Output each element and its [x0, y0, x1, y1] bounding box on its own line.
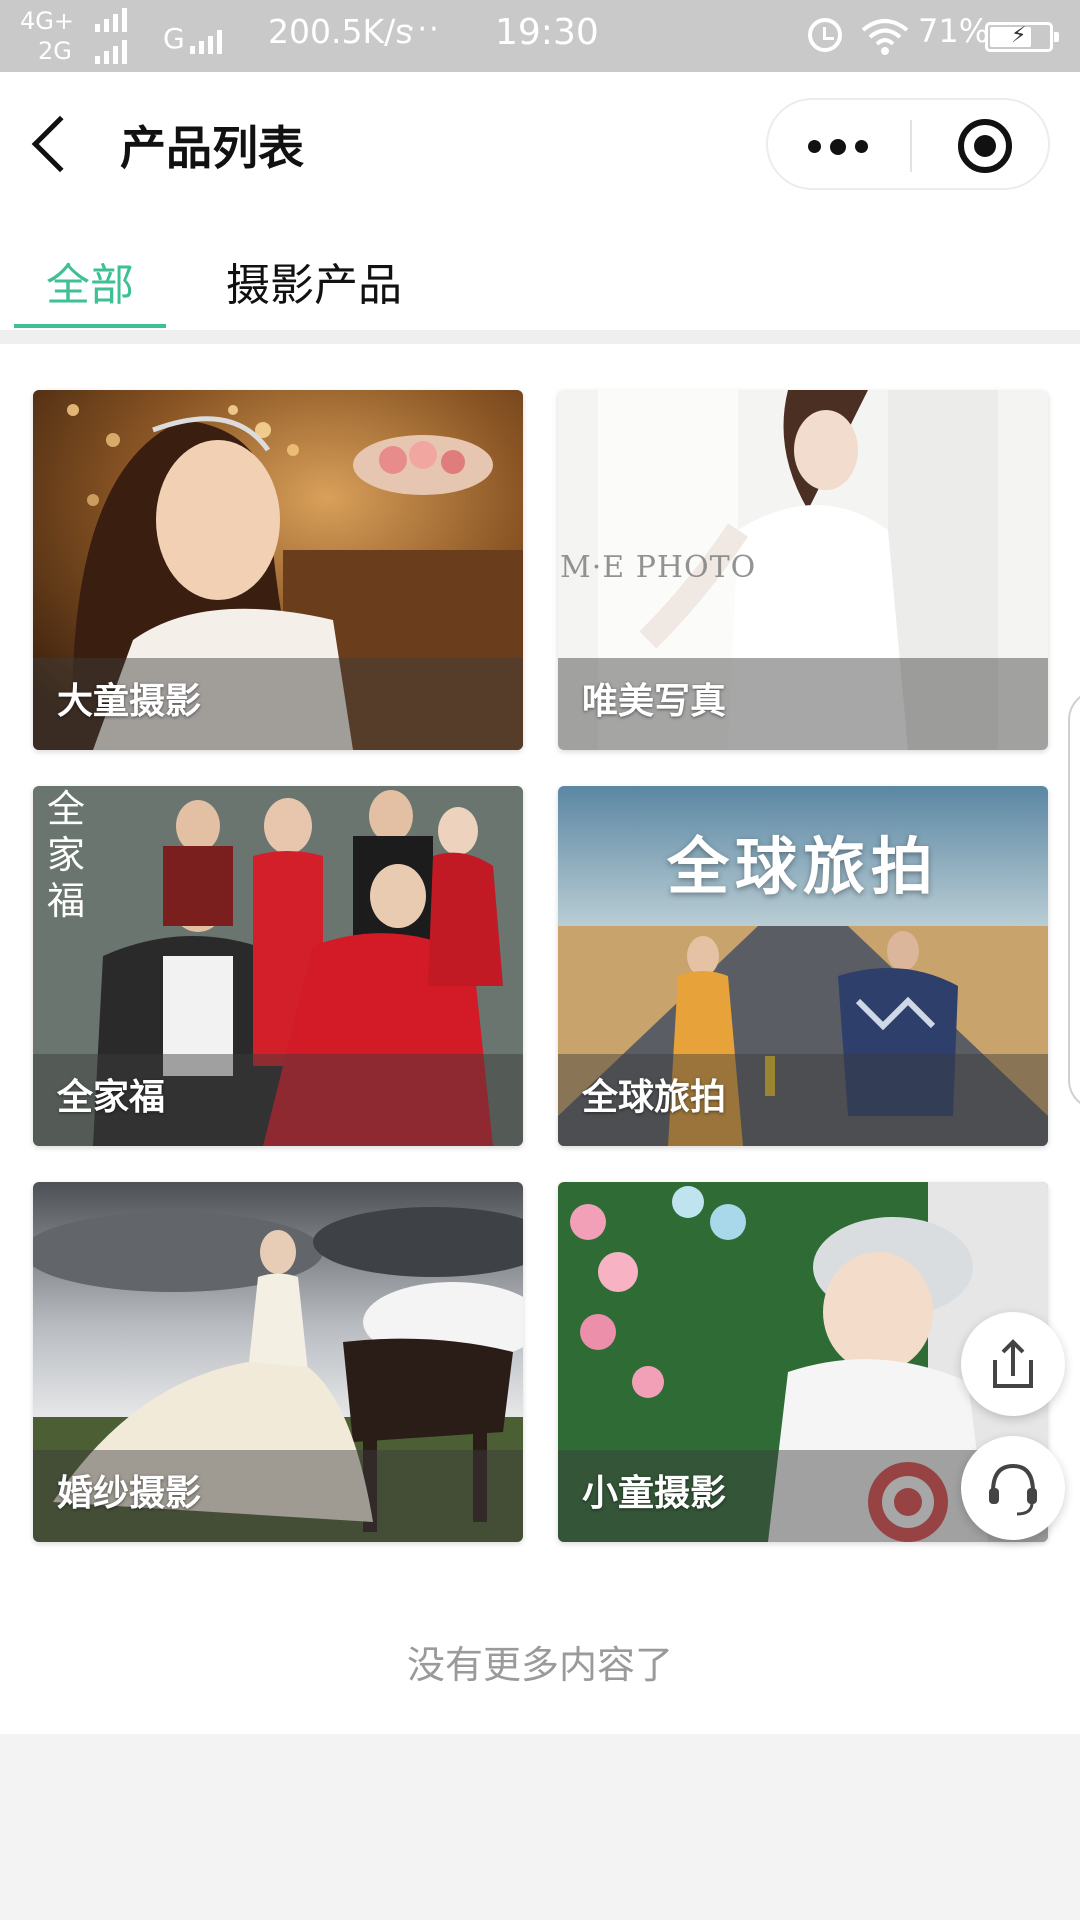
photo-banner-text: 全球旅拍 — [666, 830, 939, 903]
charging-icon: ⚡ — [1011, 23, 1027, 48]
battery-percent: 71% — [918, 12, 990, 50]
share-icon — [993, 1339, 1033, 1388]
more-icon[interactable] — [808, 138, 868, 155]
customer-service-button[interactable] — [961, 1436, 1065, 1540]
end-of-list-text: 没有更多内容了 — [406, 1643, 673, 1687]
target-icon[interactable] — [958, 119, 1012, 173]
product-card[interactable]: M·E PHOTO 唯美写真 — [558, 390, 1048, 750]
product-card[interactable]: 全家福 全家福 — [33, 786, 523, 1146]
network-g-label: G — [163, 22, 185, 55]
back-arrow-icon[interactable] — [31, 115, 89, 173]
battery-icon: ⚡ — [985, 22, 1059, 52]
product-label: 全球旅拍 — [582, 1077, 727, 1118]
side-drawer-handle[interactable] — [1068, 690, 1080, 1110]
tab-all[interactable]: 全部 — [46, 249, 134, 313]
share-button[interactable] — [961, 1312, 1065, 1416]
active-tab-indicator — [14, 324, 166, 328]
product-grid: 大童摄影 M·E PHOTO 唯美写真 全 家 福 全家福 全球旅拍 全球旅拍 … — [0, 344, 1080, 1734]
page-title: 产品列表 — [120, 121, 304, 175]
capsule-divider — [910, 120, 912, 172]
network-speed: 200.5K/s — [268, 12, 413, 51]
more-notifications: ··· — [406, 12, 441, 47]
product-card[interactable]: 婚纱摄影 — [33, 1182, 523, 1542]
signal-icon-2 — [95, 40, 127, 64]
navigation-bar: 产品列表 — [0, 72, 1080, 214]
product-label: 全家福 — [57, 1077, 166, 1118]
divider — [0, 330, 1080, 344]
photo-watermark: M·E PHOTO — [560, 550, 757, 585]
tab-photography-products[interactable]: 摄影产品 — [226, 249, 402, 313]
product-label: 婚纱摄影 — [57, 1473, 202, 1514]
headset-icon — [989, 1463, 1037, 1516]
status-bar: 4G+ 2G G 200.5K/s ··· 19:30 71% ⚡ — [0, 0, 1080, 72]
signal-icon — [95, 8, 127, 32]
clock: 19:30 — [495, 12, 599, 53]
photo-overlay-text: 全家福 — [47, 787, 86, 923]
miniprogram-capsule — [766, 98, 1050, 190]
category-tabs: 全部 摄影产品 — [0, 214, 1080, 330]
product-label: 唯美写真 — [582, 681, 727, 722]
product-label: 小童摄影 — [582, 1473, 727, 1514]
wifi-icon — [861, 19, 909, 55]
product-card[interactable]: 大童摄影 — [33, 390, 523, 750]
alarm-icon — [808, 18, 842, 52]
product-card[interactable]: 全球旅拍 全球旅拍 — [558, 786, 1048, 1146]
product-label: 大童摄影 — [57, 681, 202, 722]
signal-icon-3 — [190, 30, 222, 54]
